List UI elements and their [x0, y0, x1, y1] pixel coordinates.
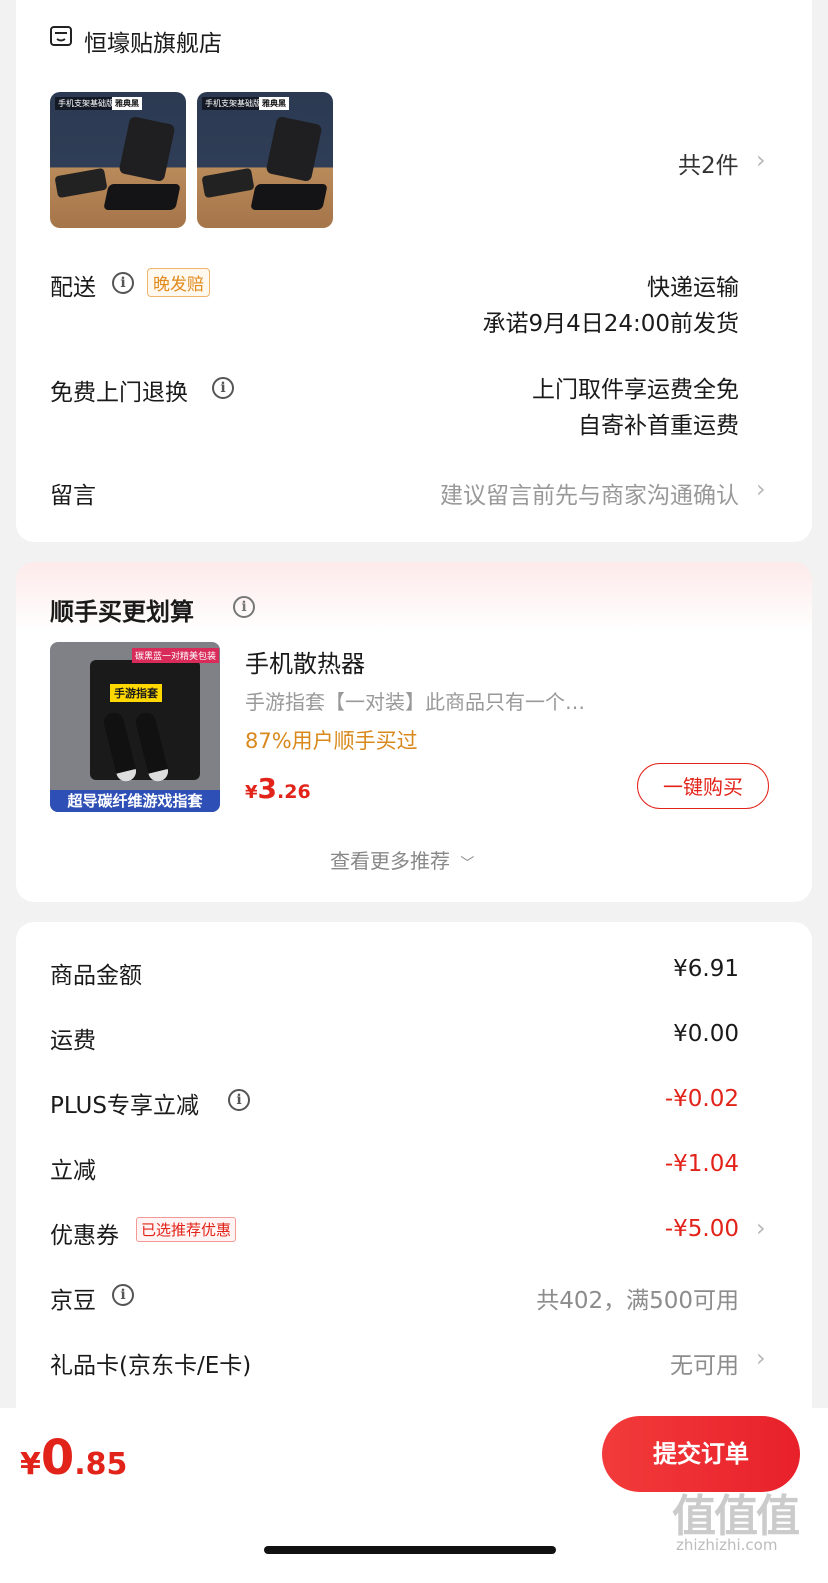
- addon-buy-rate: 87%用户顺手买过: [245, 729, 418, 753]
- info-icon[interactable]: i: [212, 377, 234, 399]
- return-self-send-text: 自寄补首重运费: [578, 413, 739, 439]
- coupon-recommended-badge: 已选推荐优惠: [136, 1217, 237, 1242]
- addon-title: 顺手买更划算: [50, 598, 194, 626]
- product-thumbnail[interactable]: 手机支架基础版 雅典黑: [50, 92, 186, 228]
- chevron-right-icon[interactable]: ›: [756, 146, 766, 174]
- image-banner-bottom: 超导碳纤维游戏指套: [50, 790, 220, 812]
- coupon-value[interactable]: -¥5.00: [665, 1216, 739, 1242]
- instant-discount-value: -¥1.04: [664, 1151, 739, 1177]
- addon-price: ¥3.26: [245, 772, 311, 805]
- instant-discount-label: 立减: [50, 1158, 96, 1184]
- addon-product-image[interactable]: 碳黑蓝一对精美包装 手游指套 超导碳纤维游戏指套: [50, 642, 220, 812]
- watermark-logo: 值值值: [672, 1491, 800, 1542]
- info-icon[interactable]: i: [112, 272, 134, 294]
- see-more-label: 查看更多推荐: [330, 849, 450, 873]
- plus-discount-label: PLUS专享立减: [50, 1093, 199, 1119]
- addon-product-name[interactable]: 手机散热器: [245, 644, 365, 679]
- total-price: ¥0.85: [20, 1430, 127, 1486]
- price-integer: 0: [40, 1430, 75, 1486]
- gift-card-value[interactable]: 无可用: [670, 1346, 739, 1380]
- image-banner-top: 碳黑蓝一对精美包装: [132, 648, 220, 663]
- delivery-label: 配送: [50, 275, 96, 301]
- shipping-fee-label: 运费: [50, 1028, 96, 1054]
- product-thumbnail[interactable]: 手机支架基础版 雅典黑: [197, 92, 333, 228]
- home-indicator: [264, 1546, 556, 1554]
- free-return-label: 免费上门退换: [50, 380, 188, 406]
- chevron-down-icon: ﹀: [460, 856, 475, 872]
- thumb-label: 手机支架基础版: [55, 97, 117, 110]
- thumb-color-label: 雅典黑: [259, 97, 289, 110]
- price-decimal: .85: [74, 1447, 128, 1482]
- thumb-label: 手机支架基础版: [202, 97, 264, 110]
- thumb-color-label: 雅典黑: [112, 97, 142, 110]
- chevron-right-icon[interactable]: ›: [756, 1344, 766, 1372]
- jd-beans-value: 共402，满500可用: [536, 1288, 739, 1314]
- one-click-buy-button[interactable]: 一键购买: [637, 763, 769, 809]
- store-name[interactable]: 恒壕贴旗舰店: [84, 24, 222, 58]
- checkout-bar: ¥0.85 提交订单 值值值 zhizhizhi.com: [0, 1408, 828, 1583]
- price-integer: 3: [257, 772, 278, 805]
- chevron-right-icon[interactable]: ›: [756, 475, 766, 503]
- late-delivery-compensation-badge: 晚发赔: [147, 268, 210, 297]
- price-summary-card: 商品金额 ¥6.91 运费 ¥0.00 PLUS专享立减 i -¥0.02 立减…: [16, 922, 812, 1442]
- info-icon[interactable]: i: [228, 1089, 250, 1111]
- image-pack-label: 手游指套: [110, 684, 162, 702]
- chevron-right-icon[interactable]: ›: [756, 1214, 766, 1242]
- message-label: 留言: [50, 483, 96, 509]
- watermark-url: zhizhizhi.com: [676, 1536, 778, 1554]
- order-store-card: 恒壕贴旗舰店 手机支架基础版 雅典黑 手机支架基础版 雅典黑 共2件 › 配送 …: [16, 0, 812, 542]
- return-pickup-text: 上门取件享运费全免: [532, 377, 739, 403]
- message-field[interactable]: 建议留言前先与商家沟通确认: [440, 476, 739, 510]
- jd-beans-label: 京豆: [50, 1288, 96, 1314]
- store-icon: [49, 24, 73, 48]
- goods-amount-value: ¥6.91: [673, 956, 739, 982]
- addon-product-desc: 手游指套【一对装】此商品只有一个…: [245, 690, 585, 714]
- gift-card-label: 礼品卡(京东卡/E卡): [50, 1353, 252, 1379]
- info-icon[interactable]: i: [112, 1284, 134, 1306]
- coupon-label: 优惠券: [50, 1223, 119, 1249]
- price-symbol: ¥: [245, 782, 258, 803]
- plus-discount-value: -¥0.02: [664, 1086, 739, 1112]
- price-symbol: ¥: [20, 1447, 41, 1482]
- goods-amount-label: 商品金额: [50, 963, 142, 989]
- shipping-fee-value: ¥0.00: [673, 1021, 739, 1047]
- price-decimal: .26: [277, 781, 311, 803]
- see-more-recommendations[interactable]: 查看更多推荐 ﹀: [330, 845, 474, 874]
- delivery-promise: 承诺9月4日24:00前发货: [482, 311, 739, 337]
- item-count[interactable]: 共2件: [678, 146, 739, 180]
- addon-recommend-card: 顺手买更划算 i 碳黑蓝一对精美包装 手游指套 超导碳纤维游戏指套 手机散热器 …: [16, 562, 812, 902]
- delivery-method: 快递运输: [647, 275, 739, 301]
- info-icon[interactable]: i: [233, 596, 255, 618]
